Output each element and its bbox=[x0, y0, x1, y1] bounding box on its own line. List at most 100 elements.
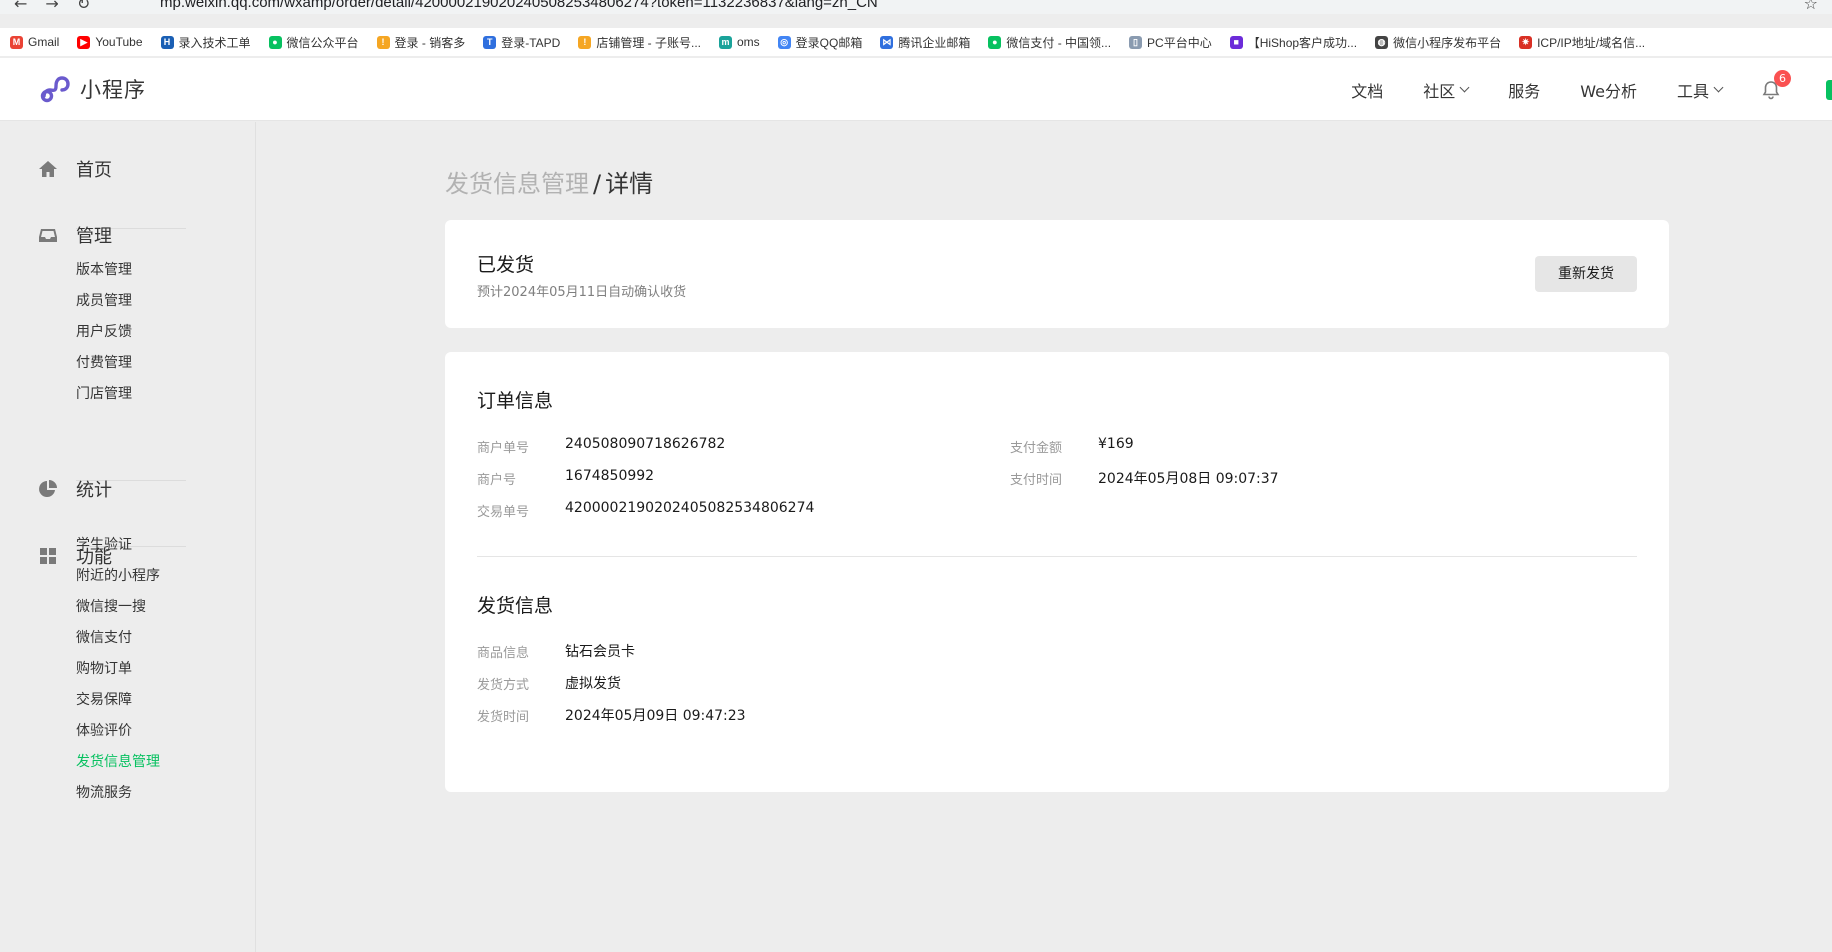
bookmark-item[interactable]: ⋈ 腾讯企业邮箱 bbox=[880, 34, 970, 51]
bookmark-item[interactable]: ◎ 登录QQ邮箱 bbox=[777, 34, 863, 51]
bookmark-favicon-icon: ◎ bbox=[777, 35, 791, 49]
chevron-down-icon bbox=[1713, 82, 1724, 93]
breadcrumb-separator: / bbox=[593, 170, 602, 198]
browser-nav: ← → ↻ bbox=[14, 0, 90, 13]
breadcrumb: 发货信息管理 / 详情 bbox=[445, 164, 653, 199]
amount-value: ¥169 bbox=[1098, 436, 1134, 452]
bookmark-favicon-icon: ! bbox=[578, 35, 592, 49]
reload-icon[interactable]: ↻ bbox=[77, 0, 90, 13]
bookmark-favicon-icon: ● bbox=[988, 35, 1002, 49]
bookmark-item[interactable]: T 登录-TAPD bbox=[483, 34, 560, 51]
bookmark-label: 腾讯企业邮箱 bbox=[898, 35, 971, 50]
amount-label: 支付金额 bbox=[1010, 441, 1063, 456]
auto-confirm-notice: 预计2024年05月11日自动确认收货 bbox=[477, 285, 687, 300]
logo[interactable]: 小程序 bbox=[38, 74, 146, 104]
merchant-order-value: 240508090718626782 bbox=[565, 436, 726, 452]
product-value: 钻石会员卡 bbox=[565, 644, 635, 660]
notification-bell-icon[interactable]: 6 bbox=[1762, 69, 1791, 100]
bookmark-favicon-icon: ◍ bbox=[1375, 35, 1389, 49]
status-card: 已发货 预计2024年05月11日自动确认收货 重新发货 bbox=[445, 220, 1669, 328]
shipment-status: 已发货 bbox=[477, 254, 535, 276]
sidebar-subitem[interactable]: 交易保障 bbox=[76, 689, 132, 709]
bookmark-label: 登录 - 销客多 bbox=[394, 35, 466, 50]
sidebar-item-label: 统计 bbox=[76, 480, 112, 501]
bookmark-item[interactable]: ▯ PC平台中心 bbox=[1129, 34, 1212, 51]
sidebar-subitem[interactable]: 用户反馈 bbox=[76, 321, 132, 341]
pie-chart-icon bbox=[39, 480, 57, 497]
bookmark-favicon-icon: ● bbox=[268, 35, 282, 49]
product-label: 商品信息 bbox=[477, 646, 530, 661]
home-icon bbox=[39, 161, 57, 177]
grid-icon bbox=[40, 548, 56, 564]
nav-item-label: 文档 bbox=[1351, 81, 1384, 101]
nav-item[interactable]: 工具 bbox=[1677, 78, 1724, 102]
bookmark-favicon-icon: H bbox=[160, 35, 174, 49]
bookmark-favicon-icon: ✷ bbox=[1519, 35, 1533, 49]
sidebar-subitem[interactable]: 门店管理 bbox=[76, 383, 132, 403]
bookmark-label: 微信小程序发布平台 bbox=[1393, 35, 1502, 50]
inbox-icon bbox=[39, 229, 57, 242]
breadcrumb-parent-link[interactable]: 发货信息管理 bbox=[445, 170, 589, 198]
url-text[interactable]: mp.weixin.qq.com/wxamp/order/detail/4200… bbox=[160, 0, 878, 11]
shipping-method-label: 发货方式 bbox=[477, 678, 530, 693]
avatar[interactable] bbox=[1826, 80, 1832, 100]
sidebar-subitem[interactable]: 学生验证 bbox=[76, 534, 132, 554]
sidebar-subitem[interactable]: 微信搜一搜 bbox=[76, 596, 146, 616]
section-divider bbox=[477, 556, 1637, 557]
bookmark-label: 登录QQ邮箱 bbox=[795, 35, 863, 50]
sidebar-subitem[interactable]: 购物订单 bbox=[76, 658, 132, 678]
bookmark-item[interactable]: ! 店铺管理 - 子账号... bbox=[578, 34, 701, 51]
transaction-value: 4200002190202405082534806274 bbox=[565, 500, 815, 516]
sidebar-subitem[interactable]: 成员管理 bbox=[76, 290, 132, 310]
notification-badge: 6 bbox=[1774, 69, 1791, 87]
bookmark-item[interactable]: ▶ YouTube bbox=[77, 35, 143, 49]
miniprogram-logo-icon bbox=[40, 76, 70, 103]
sidebar-subitem[interactable]: 物流服务 bbox=[76, 782, 132, 802]
bookmark-item[interactable]: m oms bbox=[719, 35, 760, 49]
sidebar-item-stats[interactable]: 统计 bbox=[38, 476, 112, 502]
app-header: 小程序 文档 社区 服务 We分析 工具 6 bbox=[0, 58, 1832, 121]
nav-item[interactable]: 服务 bbox=[1508, 78, 1540, 102]
bookmark-label: Gmail bbox=[28, 35, 60, 49]
logo-text: 小程序 bbox=[80, 78, 146, 102]
nav-item[interactable]: 文档 bbox=[1351, 78, 1383, 102]
bookmark-item[interactable]: H 录入技术工单 bbox=[160, 34, 251, 51]
bookmark-item[interactable]: ● 微信公众平台 bbox=[268, 34, 359, 51]
sidebar-subitem[interactable]: 发货信息管理 bbox=[76, 751, 160, 771]
nav-item[interactable]: We分析 bbox=[1580, 78, 1637, 102]
bookmark-item[interactable]: M Gmail bbox=[10, 35, 59, 49]
bookmark-label: PC平台中心 bbox=[1147, 35, 1212, 50]
bookmark-favicon-icon: ■ bbox=[1229, 35, 1243, 49]
bookmark-item[interactable]: ✷ ICP/IP地址/域名信... bbox=[1519, 34, 1645, 51]
bookmark-item[interactable]: ! 登录 - 销客多 bbox=[376, 34, 466, 51]
sidebar-subitem[interactable]: 版本管理 bbox=[76, 259, 132, 279]
sidebar-item-home[interactable]: 首页 bbox=[38, 156, 112, 182]
bookmark-label: oms bbox=[737, 35, 760, 49]
bookmark-item[interactable]: ■ 【HiShop客户成功... bbox=[1229, 34, 1358, 51]
sidebar-subitem[interactable]: 微信支付 bbox=[76, 627, 132, 647]
sidebar-subitem[interactable]: 附近的小程序 bbox=[76, 565, 160, 585]
bookmark-label: 微信支付 - 中国领... bbox=[1006, 35, 1112, 50]
shipping-time-label: 发货时间 bbox=[477, 710, 530, 725]
sidebar-subitem[interactable]: 付费管理 bbox=[76, 352, 132, 372]
resend-shipment-button[interactable]: 重新发货 bbox=[1535, 256, 1637, 292]
sidebar-item-manage[interactable]: 管理 bbox=[38, 222, 112, 248]
sidebar-item-label: 首页 bbox=[76, 160, 112, 181]
bookmark-label: 店铺管理 - 子账号... bbox=[596, 35, 701, 50]
bookmark-item[interactable]: ◍ 微信小程序发布平台 bbox=[1375, 34, 1501, 51]
bookmark-label: 【HiShop客户成功... bbox=[1247, 35, 1358, 50]
nav-item-label: 社区 bbox=[1423, 81, 1456, 101]
bookmark-label: YouTube bbox=[95, 35, 143, 49]
forward-icon[interactable]: → bbox=[45, 0, 58, 13]
bookmark-favicon-icon: ! bbox=[376, 35, 390, 49]
bookmark-star-icon[interactable]: ☆ bbox=[1804, 0, 1818, 13]
sidebar-subitem[interactable]: 体验评价 bbox=[76, 720, 132, 740]
nav-item[interactable]: 社区 bbox=[1423, 78, 1470, 102]
shipping-time-value: 2024年05月09日 09:47:23 bbox=[565, 708, 746, 724]
back-icon[interactable]: ← bbox=[14, 0, 27, 13]
order-info-heading: 订单信息 bbox=[477, 390, 554, 412]
bookmark-item[interactable]: ● 微信支付 - 中国领... bbox=[988, 34, 1111, 51]
transaction-label: 交易单号 bbox=[477, 505, 530, 520]
bookmark-favicon-icon: T bbox=[483, 35, 497, 49]
top-nav: 文档 社区 服务 We分析 工具 6 bbox=[1351, 58, 1832, 121]
